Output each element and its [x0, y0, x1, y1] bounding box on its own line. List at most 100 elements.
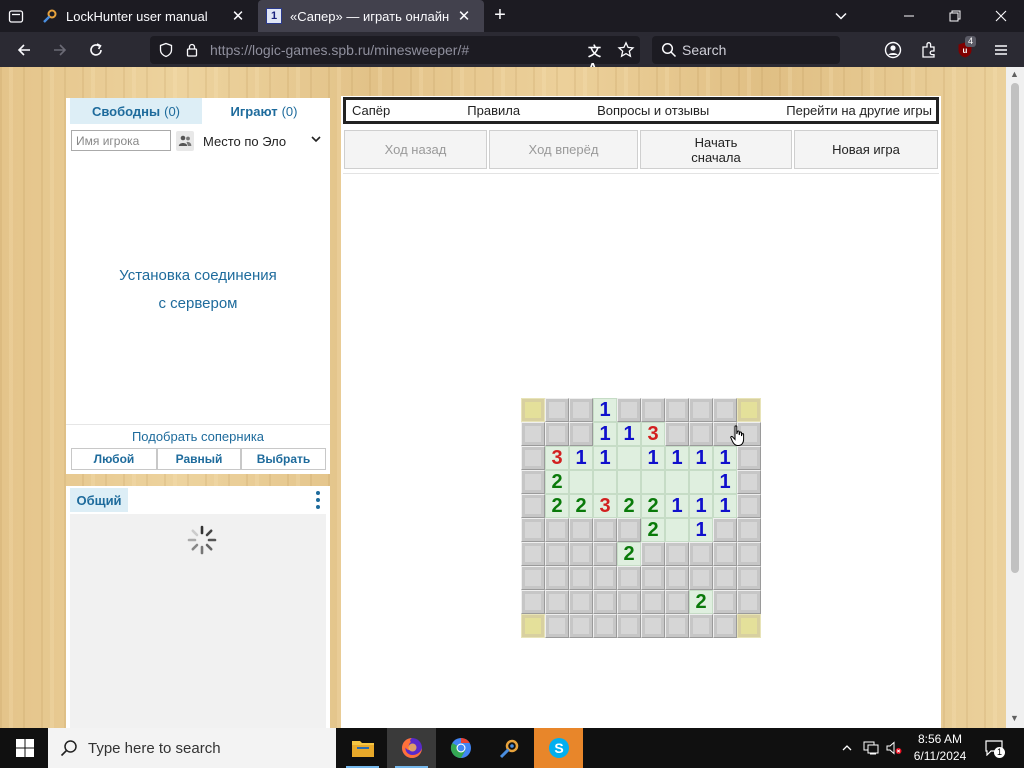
- closed-cell[interactable]: [545, 542, 569, 566]
- tab-general-chat[interactable]: Общий: [70, 488, 128, 512]
- number-cell[interactable]: 1: [713, 494, 737, 518]
- closed-cell[interactable]: [593, 614, 617, 638]
- undo-move-button[interactable]: Ход назад: [344, 130, 487, 169]
- closed-cell[interactable]: [521, 566, 545, 590]
- closed-cell[interactable]: [713, 590, 737, 614]
- number-cell[interactable]: 1: [641, 446, 665, 470]
- closed-cell[interactable]: [689, 422, 713, 446]
- tab-list-icon[interactable]: [6, 6, 26, 26]
- skype-icon[interactable]: S: [534, 728, 583, 768]
- start-button[interactable]: [0, 728, 49, 768]
- closed-cell[interactable]: [569, 422, 593, 446]
- closed-cell[interactable]: [713, 518, 737, 542]
- extensions-icon[interactable]: [917, 38, 941, 62]
- closed-cell[interactable]: [545, 518, 569, 542]
- choose-opponent-button[interactable]: Выбрать: [241, 448, 326, 470]
- address-bar[interactable]: https://logic-games.spb.ru/minesweeper/#…: [150, 36, 640, 75]
- number-cell[interactable]: 2: [641, 494, 665, 518]
- redo-move-button[interactable]: Ход вперёд: [489, 130, 638, 169]
- open-cell[interactable]: [617, 470, 641, 494]
- chrome-icon[interactable]: [436, 728, 485, 768]
- open-cell[interactable]: [665, 470, 689, 494]
- open-cell[interactable]: [593, 470, 617, 494]
- closed-cell[interactable]: [545, 590, 569, 614]
- list-all-tabs-icon[interactable]: [818, 0, 864, 32]
- number-cell[interactable]: 2: [545, 470, 569, 494]
- closed-cell[interactable]: [641, 542, 665, 566]
- closed-cell[interactable]: [569, 542, 593, 566]
- closed-cell[interactable]: [593, 590, 617, 614]
- closed-cell[interactable]: [617, 518, 641, 542]
- number-cell[interactable]: 1: [689, 446, 713, 470]
- url-text[interactable]: https://logic-games.spb.ru/minesweeper/#: [210, 42, 469, 58]
- restore-window-icon[interactable]: [932, 0, 978, 32]
- tab-lockhunter-manual[interactable]: LockHunter user manual ✕: [34, 0, 258, 32]
- closed-cell[interactable]: [545, 398, 569, 422]
- search-input[interactable]: Search: [652, 36, 840, 64]
- restart-button[interactable]: Начать сначала: [640, 130, 792, 169]
- closed-cell[interactable]: [521, 422, 545, 446]
- number-cell[interactable]: 1: [593, 422, 617, 446]
- bookmark-star-icon[interactable]: [617, 41, 635, 59]
- tracking-protection-shield-icon[interactable]: [158, 42, 174, 58]
- number-cell[interactable]: 2: [617, 494, 641, 518]
- forward-icon[interactable]: [48, 38, 72, 62]
- closed-cell[interactable]: [665, 542, 689, 566]
- closed-cell[interactable]: [521, 542, 545, 566]
- player-name-input[interactable]: [71, 130, 171, 151]
- number-cell[interactable]: 3: [593, 494, 617, 518]
- tab-playing[interactable]: Играют (0): [202, 98, 326, 124]
- closed-cell[interactable]: [713, 542, 737, 566]
- closed-cell[interactable]: [737, 566, 761, 590]
- ublock-origin-icon[interactable]: u 4: [953, 36, 977, 62]
- tab-minesweeper[interactable]: 1 «Сапер» — играть онлайн ✕: [258, 0, 484, 32]
- notification-center-icon[interactable]: 1: [985, 739, 1006, 758]
- closed-cell[interactable]: [737, 398, 761, 422]
- vertical-scrollbar[interactable]: ▲ ▼: [1006, 67, 1024, 728]
- close-tab-icon[interactable]: ✕: [230, 8, 246, 25]
- closed-cell[interactable]: [641, 398, 665, 422]
- closed-cell[interactable]: [521, 470, 545, 494]
- menu-rules[interactable]: Правила: [467, 103, 520, 118]
- closed-cell[interactable]: [665, 566, 689, 590]
- number-cell[interactable]: 3: [545, 446, 569, 470]
- number-cell[interactable]: 2: [689, 590, 713, 614]
- open-cell[interactable]: [665, 518, 689, 542]
- closed-cell[interactable]: [569, 614, 593, 638]
- closed-cell[interactable]: [617, 398, 641, 422]
- closed-cell[interactable]: [593, 566, 617, 590]
- closed-cell[interactable]: [617, 590, 641, 614]
- closed-cell[interactable]: [545, 614, 569, 638]
- minimize-window-icon[interactable]: [886, 0, 932, 32]
- closed-cell[interactable]: [737, 494, 761, 518]
- number-cell[interactable]: 2: [569, 494, 593, 518]
- closed-cell[interactable]: [641, 614, 665, 638]
- closed-cell[interactable]: [713, 398, 737, 422]
- new-tab-icon[interactable]: +: [490, 5, 510, 26]
- number-cell[interactable]: 1: [593, 398, 617, 422]
- closed-cell[interactable]: [545, 566, 569, 590]
- closed-cell[interactable]: [569, 518, 593, 542]
- open-cell[interactable]: [617, 446, 641, 470]
- firefox-icon[interactable]: [387, 728, 436, 768]
- lock-icon[interactable]: [184, 42, 200, 58]
- people-icon[interactable]: [176, 131, 194, 151]
- menu-other-games[interactable]: Перейти на другие игры: [786, 103, 932, 118]
- show-hidden-icons-icon[interactable]: [839, 740, 855, 756]
- minesweeper-board[interactable]: 1113311111121223221112122: [521, 398, 761, 638]
- account-icon[interactable]: [881, 38, 905, 62]
- number-cell[interactable]: 1: [713, 446, 737, 470]
- taskbar-search-input[interactable]: Type here to search: [48, 728, 336, 768]
- closed-cell[interactable]: [713, 566, 737, 590]
- closed-cell[interactable]: [569, 398, 593, 422]
- scroll-up-icon[interactable]: ▲: [1010, 69, 1019, 79]
- number-cell[interactable]: 1: [593, 446, 617, 470]
- more-options-icon[interactable]: [313, 490, 323, 510]
- closed-cell[interactable]: [617, 566, 641, 590]
- closed-cell[interactable]: [737, 518, 761, 542]
- number-cell[interactable]: 1: [689, 518, 713, 542]
- closed-cell[interactable]: [689, 614, 713, 638]
- system-clock[interactable]: 8:56 AM 6/11/2024: [905, 731, 975, 765]
- close-tab-icon[interactable]: ✕: [456, 8, 472, 25]
- closed-cell[interactable]: [665, 614, 689, 638]
